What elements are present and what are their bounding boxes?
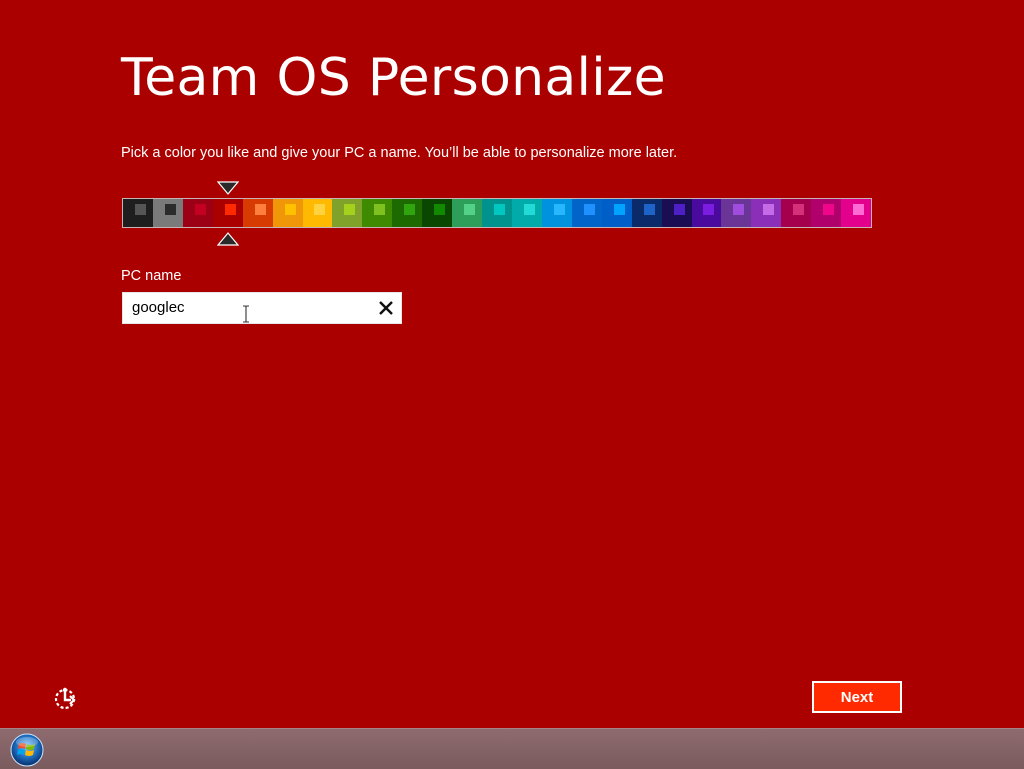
swatch-accent xyxy=(673,204,685,215)
color-swatch[interactable] xyxy=(482,199,512,227)
color-swatch[interactable] xyxy=(123,199,153,227)
page-subtitle: Pick a color you like and give your PC a… xyxy=(121,145,678,161)
taskbar xyxy=(0,728,1024,769)
pc-name-field[interactable] xyxy=(122,292,402,324)
color-swatch[interactable] xyxy=(691,199,722,227)
color-swatch[interactable] xyxy=(152,199,183,227)
swatch-accent xyxy=(254,204,266,215)
color-swatch[interactable] xyxy=(392,199,423,227)
swatch-accent xyxy=(523,204,535,215)
swatch-accent xyxy=(284,204,296,215)
swatch-accent xyxy=(613,204,625,215)
swatch-accent xyxy=(194,204,206,215)
color-swatch[interactable] xyxy=(182,199,213,227)
swatch-accent xyxy=(553,204,565,215)
next-button[interactable]: Next xyxy=(812,681,902,713)
color-swatch[interactable] xyxy=(781,199,812,227)
color-picker[interactable] xyxy=(122,198,872,228)
swatch-accent xyxy=(134,204,146,215)
color-swatch[interactable] xyxy=(422,199,453,227)
swatch-accent xyxy=(164,204,176,215)
color-swatch[interactable] xyxy=(541,199,572,227)
swatch-accent xyxy=(643,204,655,215)
text-cursor-icon xyxy=(243,305,249,323)
color-swatch[interactable] xyxy=(841,199,872,227)
swatch-accent xyxy=(344,204,356,215)
swatch-accent xyxy=(464,204,476,215)
selected-color-marker-top-icon xyxy=(217,181,239,195)
color-swatch[interactable] xyxy=(332,199,363,227)
color-swatch[interactable] xyxy=(302,199,333,227)
color-swatch[interactable] xyxy=(362,199,393,227)
color-swatch[interactable] xyxy=(811,199,842,227)
close-icon[interactable] xyxy=(377,299,395,317)
ease-of-access-icon[interactable] xyxy=(53,685,79,711)
swatch-accent xyxy=(404,204,416,215)
color-swatch[interactable] xyxy=(631,199,662,227)
color-swatch[interactable] xyxy=(242,199,273,227)
swatch-accent xyxy=(493,204,505,215)
swatch-accent xyxy=(763,204,775,215)
color-swatch-selected[interactable] xyxy=(212,199,243,227)
pc-name-label: PC name xyxy=(121,268,182,284)
swatch-accent xyxy=(733,204,745,215)
color-swatch[interactable] xyxy=(511,199,542,227)
swatch-accent xyxy=(434,204,446,215)
swatch-accent xyxy=(224,204,236,215)
color-swatch[interactable] xyxy=(272,199,303,227)
color-swatch[interactable] xyxy=(571,199,602,227)
swatch-accent xyxy=(703,204,715,215)
windows-start-orb-icon[interactable] xyxy=(8,732,46,768)
color-swatch[interactable] xyxy=(601,199,632,227)
color-swatch[interactable] xyxy=(661,199,692,227)
color-swatch[interactable] xyxy=(452,199,483,227)
page-title: Team OS Personalize xyxy=(121,48,666,108)
color-swatch[interactable] xyxy=(721,199,752,227)
swatch-accent xyxy=(314,204,326,215)
swatch-accent xyxy=(374,204,386,215)
selected-color-marker-bottom-icon xyxy=(217,232,239,246)
swatch-accent xyxy=(853,204,865,215)
swatch-accent xyxy=(583,204,595,215)
swatch-accent xyxy=(823,204,835,215)
swatch-accent xyxy=(793,204,805,215)
next-button-label: Next xyxy=(840,688,874,706)
color-swatch[interactable] xyxy=(751,199,782,227)
